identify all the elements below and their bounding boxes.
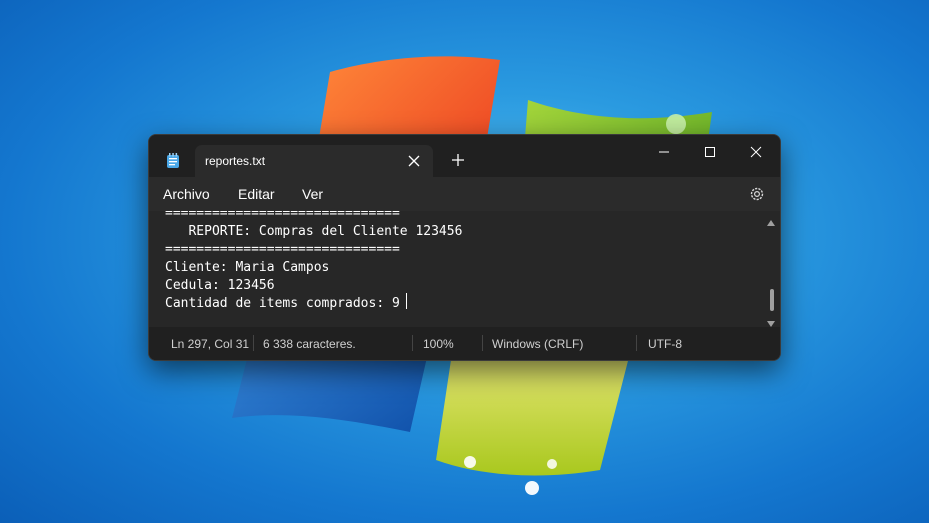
close-tab-icon[interactable] (407, 154, 421, 168)
editor-line: ============================== (165, 211, 400, 221)
status-bar: Ln 297, Col 31 6 338 caracteres. 100% Wi… (149, 327, 780, 360)
tab-reportes[interactable]: reportes.txt (195, 145, 433, 177)
status-divider (636, 335, 637, 351)
editor-line: Cliente: Maria Campos (165, 260, 330, 275)
gear-icon[interactable] (748, 185, 766, 203)
status-line-ending[interactable]: Windows (CRLF) (492, 337, 583, 351)
menu-editar[interactable]: Editar (238, 186, 275, 202)
editor-line: Cantidad de items comprados: 9 (165, 296, 400, 311)
menu-ver[interactable]: Ver (302, 186, 323, 202)
editor-line: Cedula: 123456 (165, 278, 275, 293)
status-divider (482, 335, 483, 351)
menu-bar: Archivo Editar Ver (149, 177, 780, 211)
text-editor[interactable]: ============================== REPORTE: … (149, 211, 780, 327)
status-zoom[interactable]: 100% (423, 337, 454, 351)
editor-line: REPORTE: Compras del Cliente 123456 (165, 224, 463, 239)
status-encoding[interactable]: UTF-8 (648, 337, 682, 351)
text-caret (406, 293, 407, 309)
new-tab-plus-icon[interactable] (451, 153, 465, 167)
scrollbar-thumb[interactable] (770, 289, 774, 311)
close-icon (750, 146, 762, 158)
editor-line: ============================== (165, 242, 400, 257)
title-bar[interactable]: reportes.txt (149, 135, 780, 177)
close-window-button[interactable] (733, 135, 779, 169)
maximize-icon (705, 147, 715, 157)
menu-archivo[interactable]: Archivo (163, 186, 210, 202)
minimize-icon (659, 151, 669, 153)
status-divider (412, 335, 413, 351)
tab-label: reportes.txt (205, 154, 266, 168)
status-divider (253, 335, 254, 351)
notepad-window: reportes.txt Archivo Editar Ver ========… (148, 134, 781, 361)
scroll-up-arrow-icon[interactable] (766, 214, 776, 232)
status-position[interactable]: Ln 297, Col 31 (171, 337, 249, 351)
scroll-down-arrow-icon[interactable] (766, 315, 776, 327)
notepad-icon (166, 153, 180, 169)
maximize-button[interactable] (687, 135, 733, 169)
minimize-button[interactable] (641, 135, 687, 169)
status-char-count: 6 338 caracteres. (263, 337, 356, 351)
